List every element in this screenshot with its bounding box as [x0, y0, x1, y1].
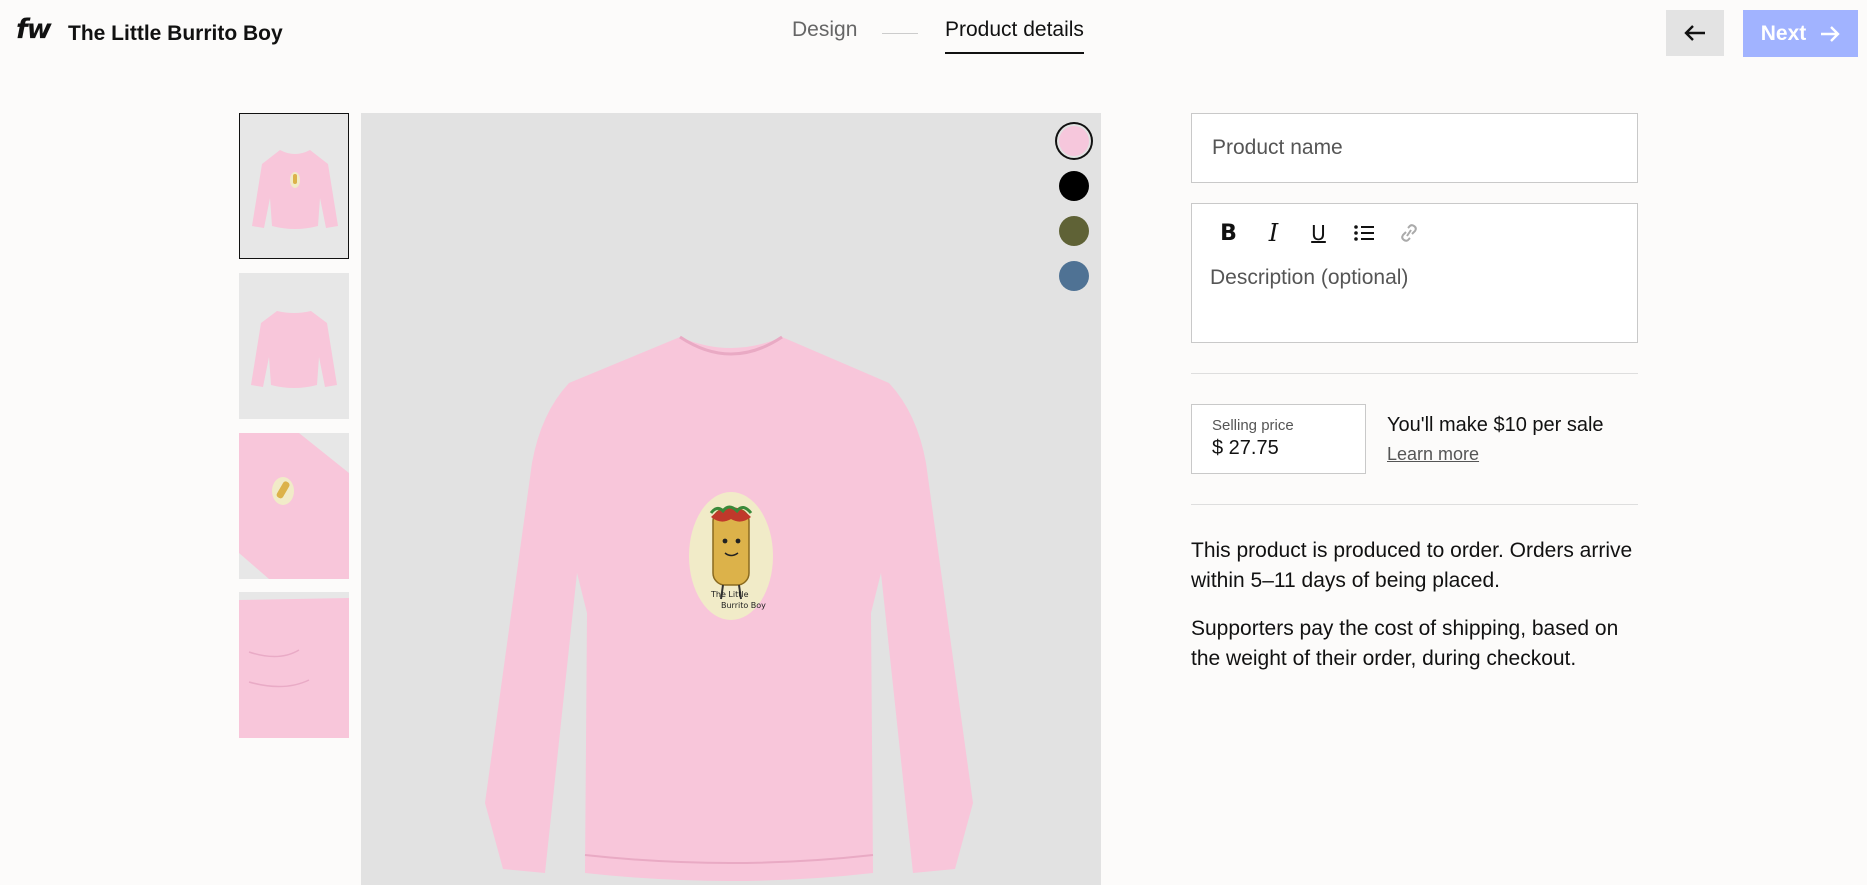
back-button[interactable] [1666, 10, 1724, 56]
bold-icon[interactable]: B [1206, 218, 1251, 248]
thumbnail-front[interactable] [239, 113, 349, 259]
thumbnail-sleeve[interactable] [239, 433, 349, 579]
production-info: This product is produced to order. Order… [1191, 539, 1633, 592]
sweatshirt-front-image: The Little Burrito Boy [485, 335, 973, 881]
learn-more-link[interactable]: Learn more [1387, 444, 1479, 465]
divider [1191, 504, 1638, 505]
arrow-left-icon [1684, 25, 1705, 41]
arrow-right-icon [1821, 25, 1840, 42]
next-button-label: Next [1760, 21, 1807, 45]
thumbnail-back[interactable] [239, 273, 349, 419]
shipping-info: Supporters pay the cost of shipping, bas… [1191, 617, 1619, 670]
product-preview: The Little Burrito Boy [361, 113, 1101, 885]
shirt-fill [239, 598, 349, 738]
description-placeholder: Description (optional) [1210, 266, 1409, 289]
shirt-fill [251, 311, 337, 388]
selling-price-label: Selling price [1212, 417, 1294, 434]
selling-price-value[interactable]: $ 27.75 [1212, 437, 1279, 460]
step-product-details[interactable]: Product details [945, 18, 1084, 54]
burrito-print: The Little Burrito Boy [689, 492, 773, 620]
sweatshirt-folded-thumbnail [239, 592, 349, 738]
print-text-line-2: Burrito Boy [721, 601, 766, 610]
sweatshirt-sleeve-thumbnail [239, 433, 349, 579]
color-swatch-blue[interactable] [1059, 261, 1089, 291]
format-toolbar: B I U [1206, 218, 1431, 248]
sweatshirt-front-thumbnail [240, 114, 348, 258]
link-icon[interactable] [1386, 218, 1431, 248]
color-swatch-black[interactable] [1059, 171, 1089, 201]
bulleted-list-icon[interactable] [1341, 218, 1386, 248]
shirt-fill [252, 150, 338, 229]
next-button[interactable]: Next [1743, 10, 1858, 57]
print-text-line-1: The Little [710, 590, 749, 599]
product-name-input[interactable] [1191, 113, 1638, 183]
selling-price-field[interactable]: Selling price $ 27.75 [1191, 404, 1366, 474]
thumbnail-folded[interactable] [239, 592, 349, 738]
color-swatch-pink[interactable] [1059, 126, 1089, 156]
color-swatch-olive[interactable] [1059, 216, 1089, 246]
italic-icon[interactable]: I [1251, 218, 1296, 248]
step-design[interactable]: Design [792, 18, 857, 42]
divider [1191, 373, 1638, 374]
sweatshirt-back-thumbnail [239, 273, 349, 419]
step-connector [882, 33, 918, 34]
logo[interactable]: fw [16, 14, 52, 45]
underline-icon[interactable]: U [1296, 218, 1341, 248]
description-editor[interactable]: B I U Description (optional) [1191, 203, 1638, 343]
earnings-text: You'll make $10 per sale [1387, 414, 1604, 436]
brand-name: The Little Burrito Boy [68, 22, 283, 45]
